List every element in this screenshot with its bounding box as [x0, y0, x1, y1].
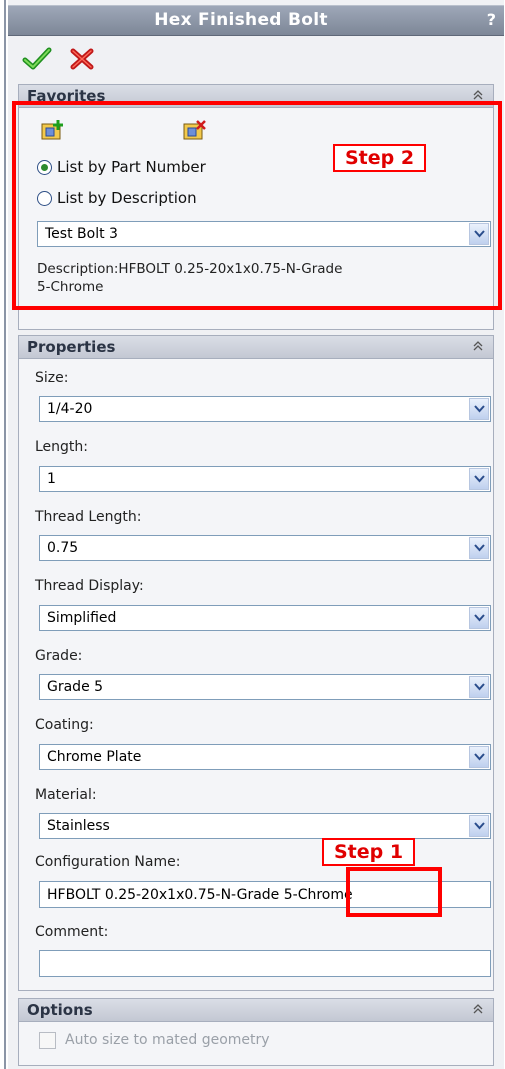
auto-size-checkbox[interactable]	[39, 1032, 56, 1049]
window-title: Hex Finished Bolt	[154, 10, 328, 30]
size-dropdown[interactable]: 1/4-20	[39, 396, 491, 422]
length-label: Length:	[35, 439, 89, 455]
help-button[interactable]: ?	[487, 10, 496, 29]
ok-button[interactable]	[22, 46, 52, 72]
dropdown-arrow-button[interactable]	[469, 815, 489, 837]
thread-display-value: Simplified	[47, 610, 117, 626]
left-border	[4, 0, 6, 1069]
configuration-name-label: Configuration Name:	[35, 854, 181, 870]
auto-size-label: Auto size to mated geometry	[65, 1032, 270, 1048]
grade-dropdown[interactable]: Grade 5	[39, 674, 491, 700]
chevron-down-icon	[474, 544, 485, 552]
dropdown-arrow-button[interactable]	[469, 676, 489, 698]
step2-label: Step 2	[333, 144, 427, 172]
cancel-button[interactable]	[68, 46, 96, 72]
coating-label: Coating:	[35, 717, 94, 733]
collapse-icon[interactable]	[471, 88, 485, 102]
size-label: Size:	[35, 370, 69, 386]
material-label: Material:	[35, 787, 97, 803]
dropdown-arrow-button[interactable]	[469, 607, 489, 629]
chevron-down-icon	[474, 475, 485, 483]
thread-length-dropdown[interactable]: 0.75	[39, 535, 491, 561]
dropdown-arrow-button[interactable]	[469, 746, 489, 768]
comment-input[interactable]	[39, 950, 491, 977]
step1-highlight-box	[346, 867, 442, 917]
action-row	[8, 36, 504, 82]
coating-value: Chrome Plate	[47, 749, 142, 765]
grade-value: Grade 5	[47, 679, 104, 695]
properties-header: Properties	[19, 336, 493, 359]
chevron-down-icon	[474, 753, 485, 761]
material-value: Stainless	[47, 818, 110, 834]
options-title: Options	[27, 1001, 93, 1019]
chevron-down-icon	[474, 614, 485, 622]
dropdown-arrow-button[interactable]	[469, 398, 489, 420]
options-group: Options Auto size to mated geometry	[18, 998, 494, 1066]
thread-length-label: Thread Length:	[35, 509, 142, 525]
thread-display-label: Thread Display:	[35, 578, 144, 594]
properties-title: Properties	[27, 338, 116, 356]
length-dropdown[interactable]: 1	[39, 466, 491, 492]
chevron-down-icon	[474, 822, 485, 830]
size-value: 1/4-20	[47, 401, 93, 417]
step1-label: Step 1	[322, 838, 416, 866]
coating-dropdown[interactable]: Chrome Plate	[39, 744, 491, 770]
red-x-icon	[70, 48, 94, 70]
options-header: Options	[19, 999, 493, 1022]
configuration-name-value: HFBOLT 0.25-20x1x0.75-N-Grade 5-Chrome	[47, 887, 353, 903]
chevron-down-icon	[474, 405, 485, 413]
green-check-icon	[22, 47, 52, 70]
grade-label: Grade:	[35, 648, 83, 664]
thread-display-dropdown[interactable]: Simplified	[39, 605, 491, 631]
collapse-icon[interactable]	[471, 339, 485, 353]
length-value: 1	[47, 471, 56, 487]
dropdown-arrow-button[interactable]	[469, 468, 489, 490]
thread-length-value: 0.75	[47, 540, 79, 556]
title-bar: Hex Finished Bolt ?	[8, 5, 504, 36]
material-dropdown[interactable]: Stainless	[39, 813, 491, 839]
collapse-icon[interactable]	[471, 1002, 485, 1016]
step2-highlight-box	[12, 101, 502, 310]
comment-label: Comment:	[35, 924, 109, 940]
chevron-down-icon	[474, 683, 485, 691]
dropdown-arrow-button[interactable]	[469, 537, 489, 559]
